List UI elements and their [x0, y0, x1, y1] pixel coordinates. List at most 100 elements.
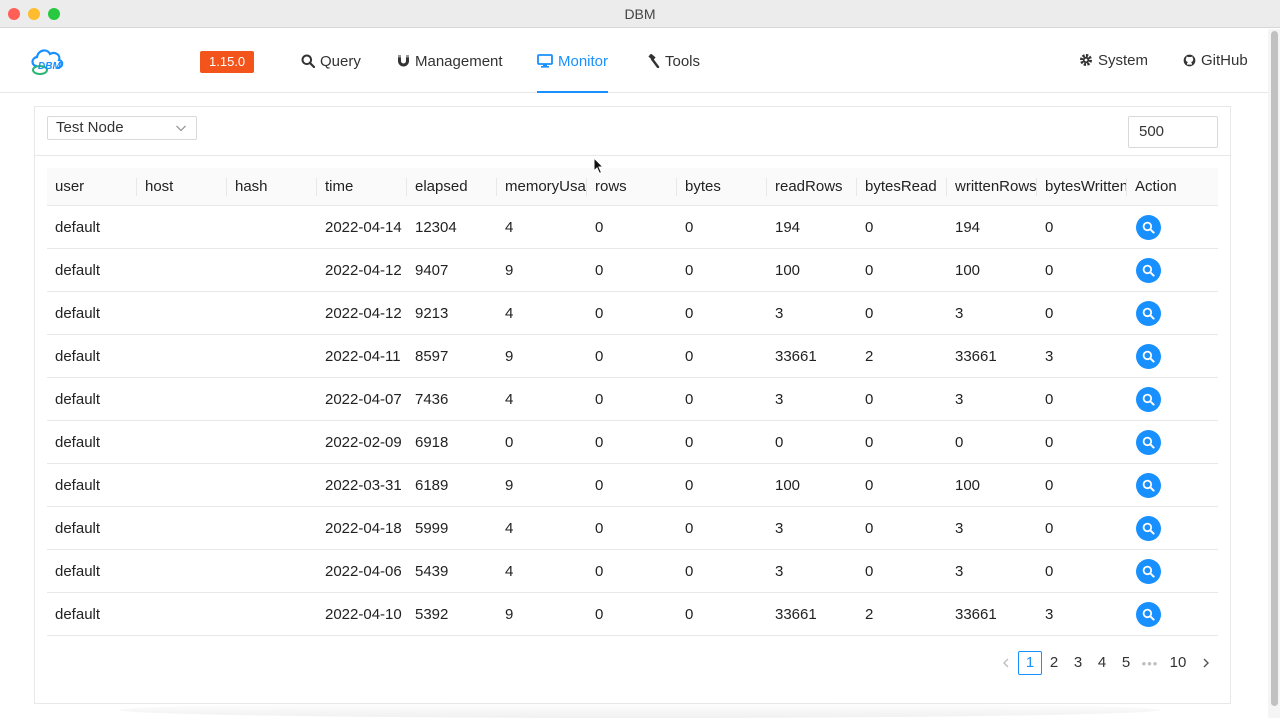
page-last-button[interactable]: 10 — [1162, 651, 1194, 675]
scrollbar-thumb[interactable] — [1271, 31, 1278, 706]
cell-rows: 0 — [595, 434, 604, 451]
cell-host — [137, 378, 227, 421]
nav-monitor-label: Monitor — [558, 52, 609, 70]
cell-writtenrows: 100 — [955, 262, 981, 279]
view-query-button[interactable] — [1136, 430, 1161, 455]
page-5-button[interactable]: 5 — [1114, 651, 1138, 675]
dbm-logo[interactable]: DBM — [29, 44, 65, 76]
vertical-scrollbar[interactable] — [1268, 29, 1280, 718]
cell-hash — [227, 464, 317, 507]
table-row: default 2022-04-10 5392 9 0 0 33661 2 33661 3 — [47, 593, 1218, 636]
cell-writtenrows: 194 — [955, 219, 981, 236]
column-header-writtenrows[interactable]: writtenRows — [947, 168, 1037, 206]
cell-bytesread: 0 — [865, 563, 874, 580]
cell-memoryusage: 0 — [505, 434, 514, 451]
cell-bytes: 0 — [685, 520, 694, 537]
cell-bytes: 0 — [685, 219, 694, 236]
limit-input[interactable]: 500 — [1128, 116, 1218, 148]
next-page-button[interactable] — [1194, 651, 1218, 675]
nav-management[interactable]: Management — [397, 29, 503, 93]
nav-system-label: System — [1098, 51, 1149, 69]
cell-writtenrows: 33661 — [955, 348, 997, 365]
nav-management-label: Management — [415, 52, 503, 70]
desktop-icon — [537, 54, 553, 68]
nav-monitor[interactable]: Monitor — [537, 29, 609, 93]
cell-elapsed: 6918 — [415, 434, 449, 451]
cell-hash — [227, 292, 317, 335]
view-query-button[interactable] — [1136, 215, 1161, 240]
cell-rows: 0 — [595, 391, 604, 408]
svg-text:DBM: DBM — [38, 61, 61, 72]
table-row: default 2022-04-18 5999 4 0 0 3 0 3 0 — [47, 507, 1218, 550]
search-icon — [1142, 479, 1155, 492]
nav-github[interactable]: GitHub — [1183, 28, 1248, 92]
search-icon — [1142, 436, 1155, 449]
prev-page-button[interactable] — [994, 651, 1018, 675]
column-header-bytesread[interactable]: bytesRead — [857, 168, 947, 206]
limit-input-value: 500 — [1139, 123, 1165, 140]
view-query-button[interactable] — [1136, 473, 1161, 498]
search-icon — [1142, 565, 1155, 578]
column-header-time[interactable]: time — [317, 168, 407, 206]
cell-action — [1127, 593, 1218, 636]
column-header-bytes[interactable]: bytes — [677, 168, 767, 206]
column-header-host[interactable]: host — [137, 168, 227, 206]
cell-host — [137, 206, 227, 249]
cell-time: 2022-04-06 — [325, 563, 402, 580]
view-query-button[interactable] — [1136, 602, 1161, 627]
nav-system[interactable]: System — [1079, 28, 1148, 92]
nav-query[interactable]: Query — [301, 29, 361, 93]
github-icon — [1183, 54, 1196, 66]
cell-writtenrows: 100 — [955, 477, 981, 494]
nav-tools[interactable]: Tools — [646, 29, 700, 93]
monitor-card: Test Node 500 user host hash time elapsed mem… — [34, 106, 1231, 704]
column-header-readrows[interactable]: readRows — [767, 168, 857, 206]
page-4-button[interactable]: 4 — [1090, 651, 1114, 675]
cell-bytesread: 0 — [865, 305, 874, 322]
cell-bytesread: 0 — [865, 391, 874, 408]
cell-readrows: 3 — [775, 305, 784, 322]
pagination: 1 2 3 4 5 ••• 10 — [994, 651, 1218, 675]
node-select[interactable]: Test Node — [47, 116, 197, 140]
chevron-down-icon — [176, 125, 186, 132]
search-icon — [1142, 393, 1155, 406]
column-header-action[interactable]: Action — [1127, 168, 1218, 206]
cell-bytes: 0 — [685, 305, 694, 322]
nav-github-label: GitHub — [1201, 51, 1248, 69]
view-query-button[interactable] — [1136, 301, 1161, 326]
view-query-button[interactable] — [1136, 387, 1161, 412]
view-query-button[interactable] — [1136, 258, 1161, 283]
cell-readrows: 194 — [775, 219, 801, 236]
column-header-byteswritten[interactable]: bytesWritten — [1037, 168, 1127, 206]
cell-user: default — [55, 520, 101, 537]
magnet-icon — [398, 55, 409, 67]
search-icon — [1142, 307, 1155, 320]
cell-host — [137, 464, 227, 507]
view-query-button[interactable] — [1136, 559, 1161, 584]
page-1-button[interactable]: 1 — [1018, 651, 1042, 675]
column-header-elapsed[interactable]: elapsed — [407, 168, 497, 206]
cell-memoryusage: 9 — [505, 348, 514, 365]
table-row: default 2022-04-06 5439 4 0 0 3 0 3 0 — [47, 550, 1218, 593]
cell-memoryusage: 9 — [505, 477, 514, 494]
column-header-memoryusage[interactable]: memoryUsage — [497, 168, 587, 206]
page-2-button[interactable]: 2 — [1042, 651, 1066, 675]
view-query-button[interactable] — [1136, 516, 1161, 541]
view-query-button[interactable] — [1136, 344, 1161, 369]
cell-hash — [227, 593, 317, 636]
cell-elapsed: 5999 — [415, 520, 449, 537]
cell-readrows: 3 — [775, 520, 784, 537]
column-header-user[interactable]: user — [47, 168, 137, 206]
cell-byteswritten: 0 — [1045, 262, 1054, 279]
cell-readrows: 33661 — [775, 606, 817, 623]
column-header-hash[interactable]: hash — [227, 168, 317, 206]
table-row: default 2022-02-09 6918 0 0 0 0 0 0 0 — [47, 421, 1218, 464]
cell-writtenrows: 3 — [955, 563, 964, 580]
cell-elapsed: 5439 — [415, 563, 449, 580]
cell-time: 2022-04-12 — [325, 262, 402, 279]
page-3-button[interactable]: 3 — [1066, 651, 1090, 675]
cell-bytes: 0 — [685, 477, 694, 494]
page-ellipsis[interactable]: ••• — [1138, 656, 1162, 671]
cell-hash — [227, 550, 317, 593]
cell-elapsed: 9213 — [415, 305, 449, 322]
